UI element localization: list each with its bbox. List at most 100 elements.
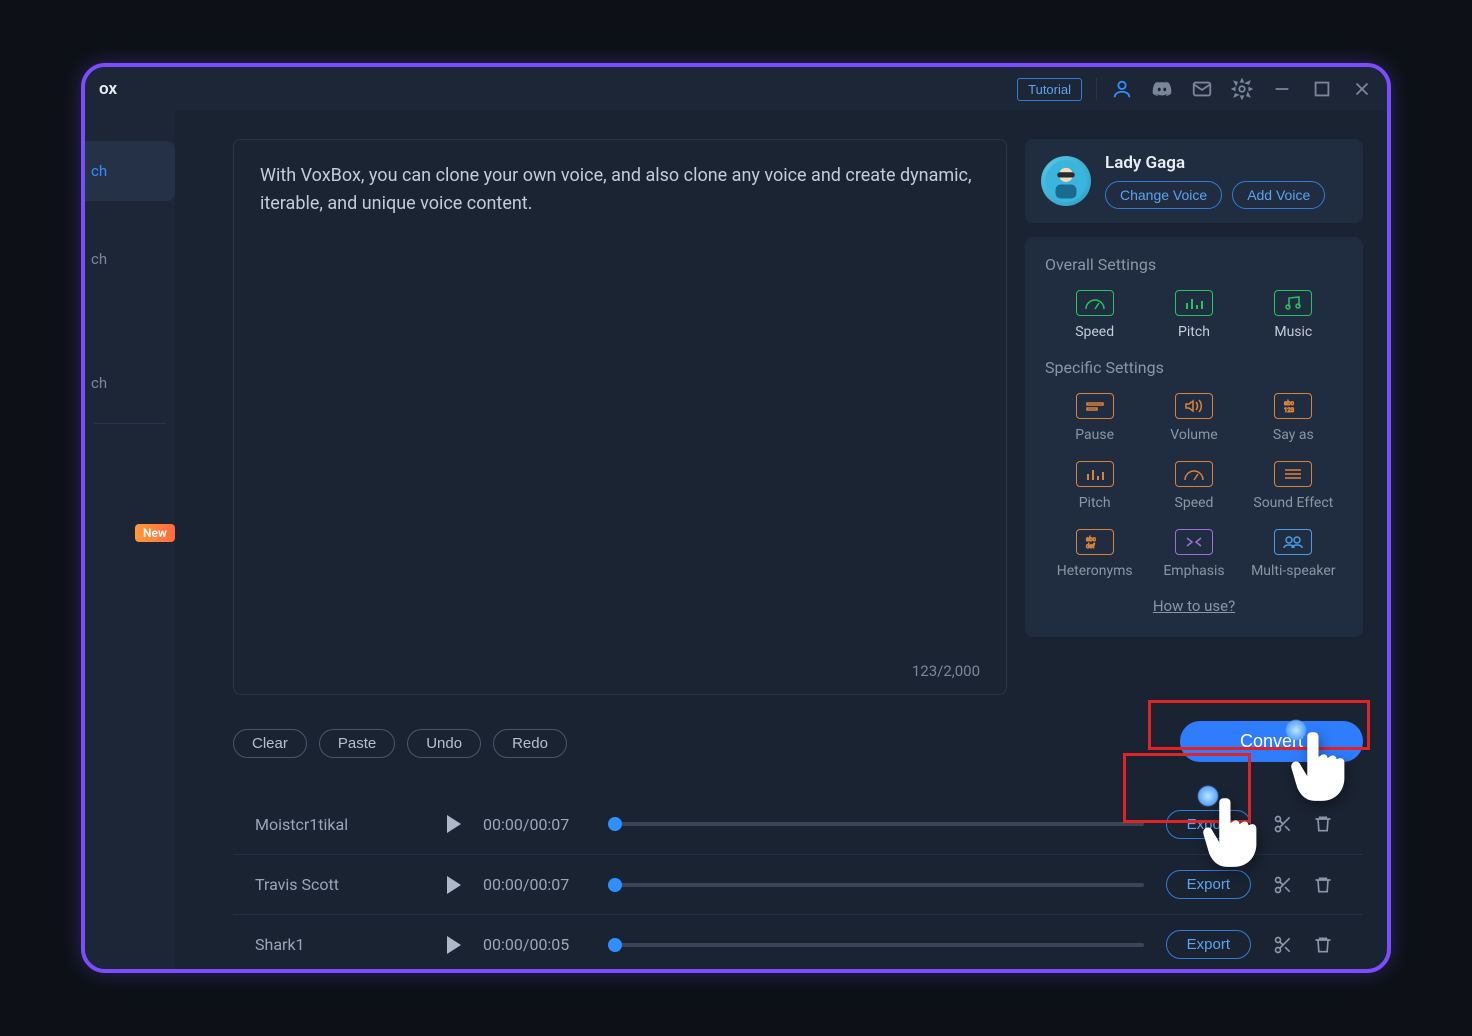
titlebar-icons [1111,78,1373,100]
setting-pitch2[interactable]: Pitch [1050,461,1140,511]
content: With VoxBox, you can clone your own voic… [175,111,1387,969]
setting-emphasis[interactable]: Emphasis [1149,529,1239,579]
setting-label: Speed [1175,495,1214,511]
redo-button[interactable]: Redo [493,729,567,758]
minimize-icon[interactable] [1271,78,1293,100]
history-name: Shark1 [255,935,425,954]
history-name: Travis Scott [255,875,425,894]
sidebar-item-label: ch [91,374,107,392]
close-icon[interactable] [1351,78,1373,100]
setting-speed[interactable]: Speed [1050,290,1140,340]
overall-settings-title: Overall Settings [1045,255,1343,274]
setting-speed2[interactable]: Speed [1149,461,1239,511]
setting-label: Speed [1075,324,1114,340]
undo-button[interactable]: Undo [407,729,481,758]
sidebar: ch ch ch New [85,111,175,969]
svg-text:abc: abc [1086,536,1096,543]
change-voice-button[interactable]: Change Voice [1105,181,1222,209]
sidebar-item-label: ch [91,162,107,180]
editor-actions: Clear Paste Undo Redo [233,729,1168,758]
setting-soundeffect[interactable]: Sound Effect [1248,461,1338,511]
sliders-icon [1274,461,1312,487]
setting-label: Sound Effect [1253,495,1333,511]
svg-text:def: def [1086,543,1096,550]
setting-label: Emphasis [1163,563,1224,579]
bars-icon [1076,461,1114,487]
setting-label: Multi-speaker [1251,563,1335,579]
convert-button[interactable]: Convert [1180,721,1363,762]
sidebar-item-1[interactable]: ch [85,229,175,289]
mail-icon[interactable] [1191,78,1213,100]
setting-sayas[interactable]: abc123 Say as [1248,393,1338,443]
setting-heteronyms[interactable]: abcdef Heteronyms [1050,529,1140,579]
setting-multispeaker[interactable]: Multi-speaker [1248,529,1338,579]
divider [94,423,166,424]
gauge-icon [1175,461,1213,487]
maximize-icon[interactable] [1311,78,1333,100]
avatar [1041,156,1091,206]
specific-settings-title: Specific Settings [1045,358,1343,377]
discord-icon[interactable] [1151,78,1173,100]
seek-thumb[interactable] [608,938,622,952]
paste-button[interactable]: Paste [319,729,395,758]
bars-icon [1175,290,1213,316]
right-panel: Lady Gaga Change Voice Add Voice Overall… [1025,139,1363,695]
history-name: Moistcr1tikal [255,815,425,834]
music-icon [1274,290,1312,316]
seek-track[interactable] [615,883,1144,887]
setting-pitch[interactable]: Pitch [1149,290,1239,340]
editor-text: With VoxBox, you can clone your own voic… [260,162,980,662]
top-row: With VoxBox, you can clone your own voic… [233,139,1363,695]
main-layout: ch ch ch New With VoxBox, you can clone … [85,111,1387,969]
specific-row-2: Pitch Speed Sound Effect [1045,461,1343,511]
sidebar-item-2[interactable]: ch [85,353,175,413]
setting-volume[interactable]: Volume [1149,393,1239,443]
trash-icon[interactable] [1313,935,1333,955]
seek-thumb[interactable] [608,817,622,831]
play-icon[interactable] [447,815,461,833]
row-icons [1273,814,1333,834]
history-time: 00:00/00:05 [483,935,593,954]
play-icon[interactable] [447,876,461,894]
app-title: ox [99,79,117,99]
clear-button[interactable]: Clear [233,729,307,758]
history-list: Moistcr1tikal 00:00/00:07 Export Travis … [233,794,1363,973]
add-voice-button[interactable]: Add Voice [1232,181,1325,209]
char-count: 123/2,000 [912,662,980,680]
setting-music[interactable]: Music [1248,290,1338,340]
text-editor[interactable]: With VoxBox, you can clone your own voic… [233,139,1007,695]
scissors-icon[interactable] [1273,814,1293,834]
seek-thumb[interactable] [608,878,622,892]
setting-pause[interactable]: Pause [1050,393,1140,443]
history-row: Moistcr1tikal 00:00/00:07 Export [233,794,1363,854]
user-icon[interactable] [1111,78,1133,100]
seek-track[interactable] [615,822,1144,826]
sidebar-item-label: ch [91,250,107,268]
overall-settings-row: Speed Pitch Music [1045,290,1343,340]
how-to-use-link[interactable]: How to use? [1045,597,1343,615]
sidebar-item-0[interactable]: ch [85,141,175,201]
setting-label: Heteronyms [1057,563,1133,579]
setting-label: Pause [1075,427,1114,443]
export-button[interactable]: Export [1166,930,1251,959]
trash-icon[interactable] [1313,814,1333,834]
history-time: 00:00/00:07 [483,875,593,894]
svg-text:abc: abc [1284,400,1294,407]
people-icon [1274,529,1312,555]
scissors-icon[interactable] [1273,935,1293,955]
play-icon[interactable] [447,936,461,954]
new-badge: New [135,524,175,542]
export-button[interactable]: Export [1166,810,1251,839]
export-button[interactable]: Export [1166,870,1251,899]
volume-icon [1175,393,1213,419]
divider [1096,78,1097,100]
emphasis-icon [1175,529,1213,555]
setting-label: Music [1274,324,1312,340]
gear-icon[interactable] [1231,78,1253,100]
setting-label: Pitch [1178,324,1210,340]
tutorial-button[interactable]: Tutorial [1017,78,1082,101]
trash-icon[interactable] [1313,875,1333,895]
scissors-icon[interactable] [1273,875,1293,895]
titlebar: ox Tutorial [85,67,1387,111]
seek-track[interactable] [615,943,1144,947]
